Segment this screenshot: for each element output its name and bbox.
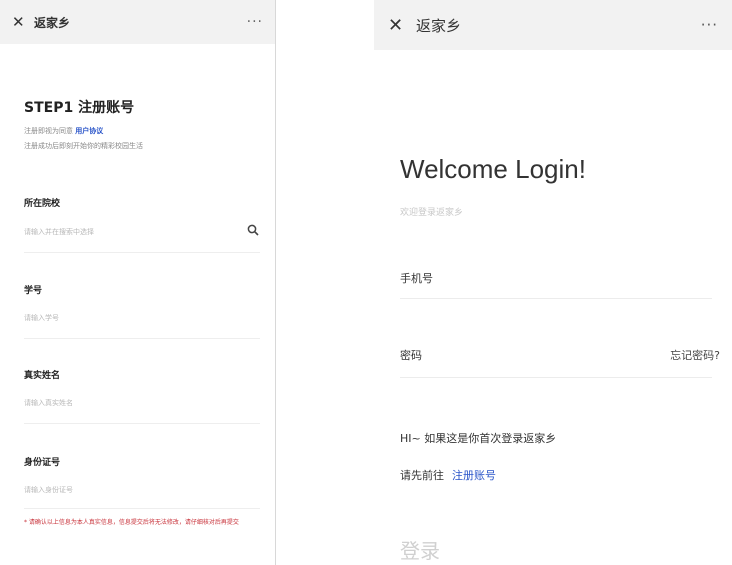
divider [24, 338, 260, 339]
phone-input[interactable]: 手机号 [400, 270, 433, 286]
school-input[interactable]: 请输入并在搜索中选择 [24, 227, 94, 237]
more-icon[interactable]: ··· [701, 16, 718, 34]
nav-title: 返家乡 [34, 15, 71, 30]
school-label: 所在院校 [24, 199, 61, 209]
close-icon[interactable]: ✕ [12, 13, 30, 31]
step-title: STEP1 注册账号 [24, 100, 135, 116]
register-link[interactable]: 注册账号 [452, 469, 496, 482]
real-name-input[interactable]: 请输入真实姓名 [24, 398, 73, 408]
divider [400, 377, 712, 378]
divider [24, 423, 260, 424]
id-card-label: 身份证号 [24, 458, 61, 468]
divider [24, 252, 260, 253]
register-description-2: 注册成功后即刻开始你的精彩校园生活 [24, 142, 143, 150]
welcome-subtitle: 欢迎登录返家乡 [400, 208, 464, 218]
register-hint: 请先前往 注册账号 [400, 467, 496, 483]
register-hint-text: 请先前往 [400, 469, 444, 482]
register-description: 注册即视为同意 用户协议 [24, 126, 103, 136]
user-agreement-link[interactable]: 用户协议 [75, 127, 103, 135]
real-name-label: 真实姓名 [24, 371, 61, 381]
student-id-input[interactable]: 请输入学号 [24, 313, 59, 323]
divider [400, 298, 712, 299]
first-login-hint: HI~ 如果这是你首次登录返家乡 [400, 432, 557, 445]
register-screen: ✕ 返家乡 ··· STEP1 注册账号 注册即视为同意 用户协议 注册成功后即… [0, 0, 276, 565]
nav-title: 返家乡 [416, 16, 462, 35]
search-icon[interactable] [247, 224, 259, 236]
divider [24, 508, 260, 509]
welcome-title: Welcome Login! [400, 154, 586, 184]
login-screen: ✕ 返家乡 ··· Welcome Login! 欢迎登录返家乡 手机号 密码 … [374, 0, 732, 565]
nav-bar: ✕ 返家乡 ··· [0, 0, 275, 44]
close-icon[interactable]: ✕ [388, 15, 410, 36]
password-input[interactable]: 密码 [400, 347, 422, 363]
student-id-label: 学号 [24, 286, 43, 296]
more-icon[interactable]: ··· [247, 14, 263, 30]
warning-text: * 请确认以上信息为本人真实信息，信息提交后将无法修改，请仔细核对后再提交 [24, 519, 239, 526]
login-button[interactable]: 登录 [400, 535, 440, 564]
nav-bar: ✕ 返家乡 ··· [374, 0, 732, 50]
id-card-input[interactable]: 请输入身份证号 [24, 485, 73, 495]
description-text: 注册即视为同意 [24, 127, 73, 135]
forgot-password-link[interactable]: 忘记密码? [670, 347, 720, 363]
